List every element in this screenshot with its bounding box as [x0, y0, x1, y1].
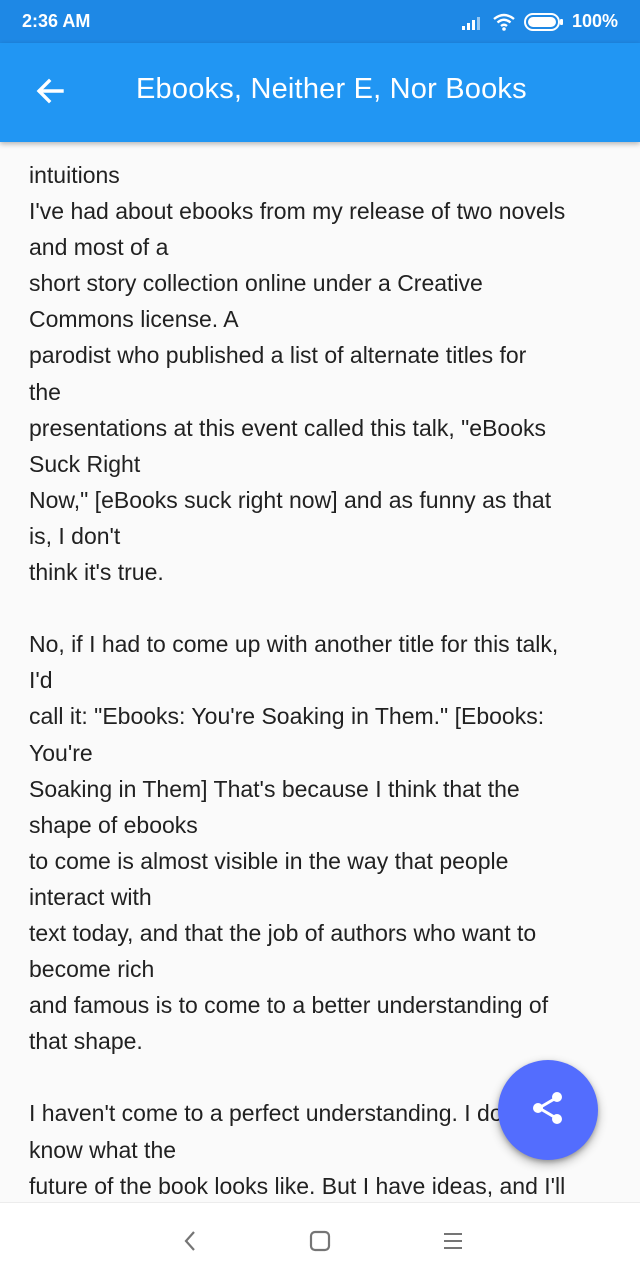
status-icons: 100%: [461, 11, 618, 32]
article-line: call it: "Ebooks: You're Soaking in Them…: [29, 703, 545, 730]
article-line: parodist who published a list of alterna…: [29, 342, 527, 369]
article-line: future of the book looks like. But I hav…: [29, 1172, 566, 1199]
signal-icon: [461, 14, 484, 30]
status-bar: 2:36 AM 100%: [0, 0, 640, 43]
article-line: to come is almost visible in the way tha…: [29, 847, 509, 874]
nav-home-button[interactable]: [292, 1221, 348, 1265]
home-square-icon: [309, 1230, 331, 1257]
wifi-icon: [492, 13, 516, 31]
battery-level: 100%: [571, 11, 618, 31]
nav-back-button[interactable]: [162, 1221, 218, 1265]
article-line: I've had about ebooks from my release of…: [29, 198, 566, 225]
battery-icon: [523, 12, 564, 32]
system-nav-bar: [0, 1202, 640, 1280]
article-line: Soaking in Them] That's because I think …: [29, 775, 520, 802]
article-line: think it's true.: [29, 559, 164, 586]
article-line: text today, and that the job of authors …: [29, 919, 537, 946]
article-line: [29, 590, 619, 626]
article-line: No, if I had to come up with another tit…: [29, 631, 559, 658]
article-line: shape of ebooks: [29, 811, 198, 838]
article-line: I'd: [29, 667, 53, 694]
arrow-left-icon: [34, 75, 66, 112]
status-time: 2:36 AM: [22, 11, 91, 31]
article-line: become rich: [29, 956, 155, 983]
article-line: intuitions: [29, 162, 120, 188]
article-line: and most of a: [29, 234, 169, 261]
article-line: interact with: [29, 883, 152, 910]
share-icon: [528, 1088, 568, 1133]
article-line: and famous is to come to a better unders…: [29, 992, 549, 1019]
page-title: Ebooks, Neither E, Nor Books: [136, 73, 527, 105]
share-button[interactable]: [498, 1060, 598, 1160]
nav-menu-button[interactable]: [425, 1221, 481, 1265]
article-line: the: [29, 378, 61, 405]
menu-lines-icon: [442, 1231, 464, 1256]
article-line: Suck Right: [29, 450, 141, 477]
article-text: intuitions I've had about ebooks from my …: [29, 157, 619, 1202]
back-button[interactable]: [22, 69, 78, 117]
back-triangle-icon: [182, 1229, 198, 1258]
app-bar: Ebooks, Neither E, Nor Books: [0, 43, 640, 142]
article-line: presentations at this event called this …: [29, 414, 547, 441]
article-line: You're: [29, 739, 93, 766]
article-line: that shape.: [29, 1028, 143, 1055]
article-line: Now," [eBooks suck right now] and as fun…: [29, 486, 552, 513]
article-line: Commons license. A: [29, 306, 239, 333]
article-line: short story collection online under a Cr…: [29, 270, 483, 297]
article-content[interactable]: intuitions I've had about ebooks from my …: [0, 142, 640, 1202]
article-line: is, I don't: [29, 522, 121, 549]
